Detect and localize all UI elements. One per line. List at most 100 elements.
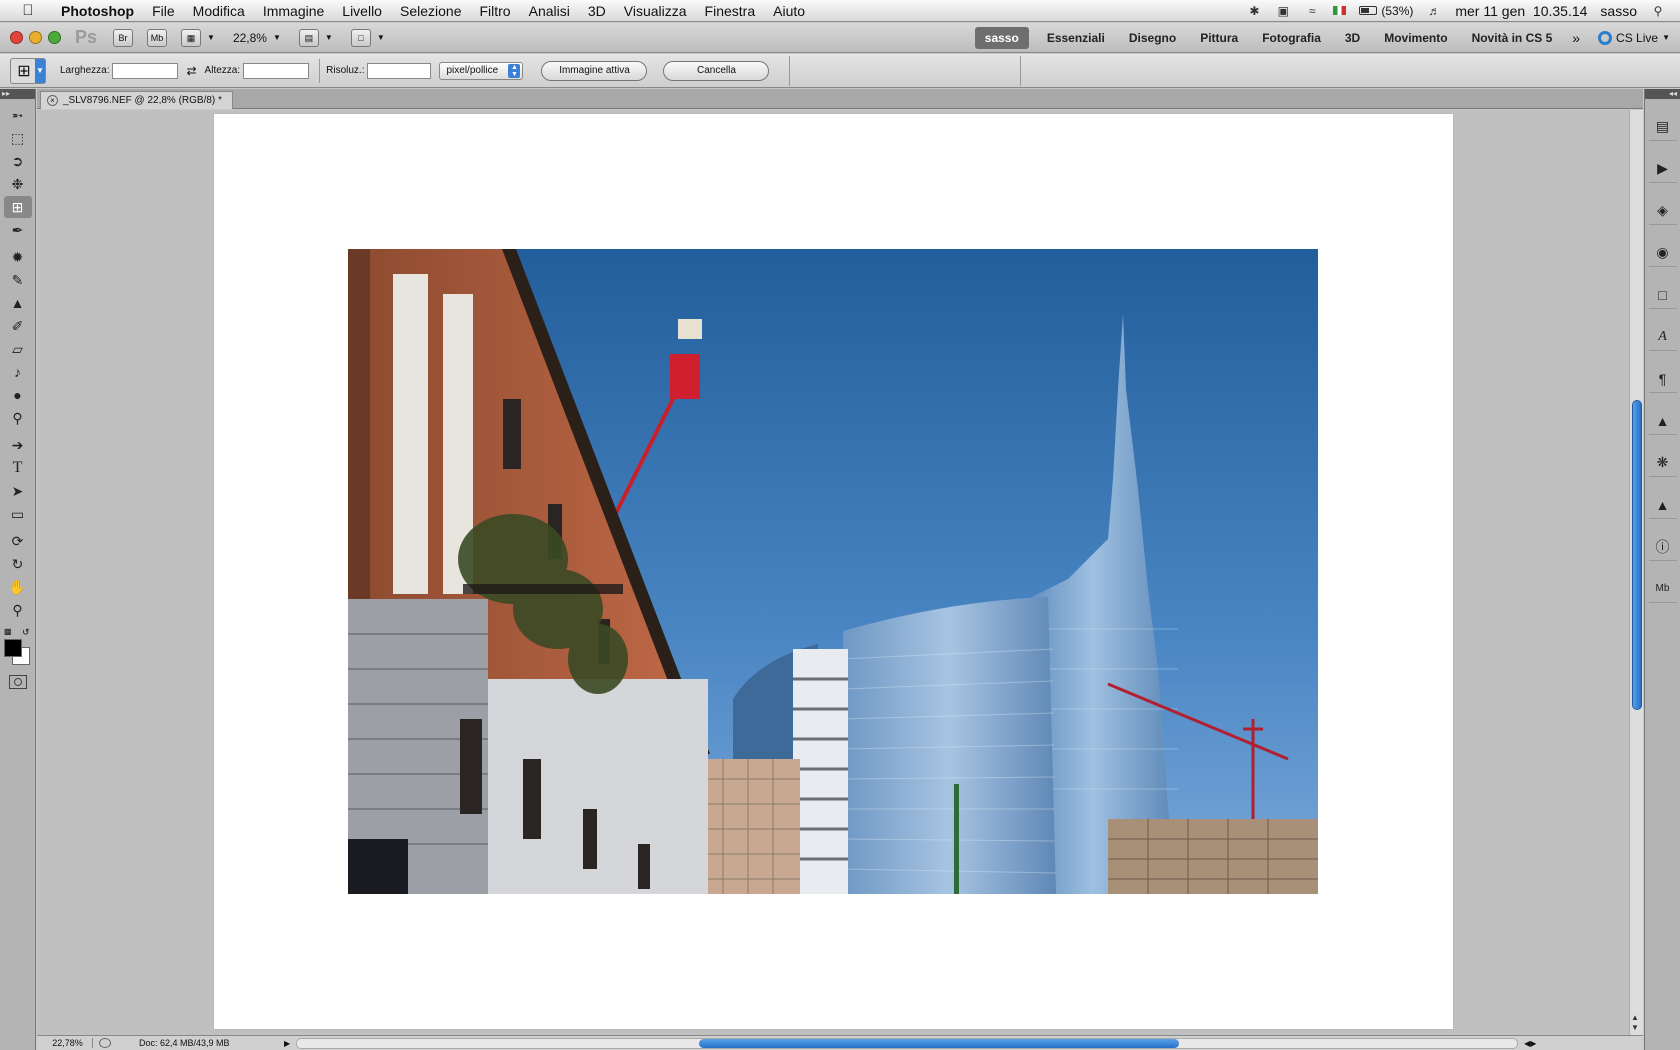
actions-panel-icon[interactable]: ▶: [1648, 155, 1677, 183]
bluetooth-icon[interactable]: ✱: [1246, 4, 1262, 18]
menu-3d[interactable]: 3D: [579, 0, 615, 22]
resolution-input[interactable]: [367, 62, 432, 79]
character-panel-icon[interactable]: A: [1648, 323, 1677, 351]
menu-finestra[interactable]: Finestra: [696, 0, 765, 22]
spotlight-search-icon[interactable]: ⚲: [1650, 4, 1666, 18]
zoom-level-dropdown[interactable]: 22,8% ▼: [233, 31, 281, 45]
document-tab[interactable]: × _SLV8796.NEF @ 22,8% (RGB/8) *: [40, 91, 233, 109]
launch-mini-bridge-button[interactable]: Mb: [147, 28, 168, 47]
collapse-panel-icon[interactable]: ▸▸: [0, 89, 35, 99]
width-input[interactable]: [112, 62, 179, 79]
navigator-panel-icon[interactable]: ▲: [1648, 491, 1677, 519]
hand-tool-icon[interactable]: ✋: [4, 576, 32, 598]
history-brush-tool-icon[interactable]: ✐: [4, 315, 32, 337]
type-tool-icon[interactable]: T: [4, 457, 32, 479]
menu-selezione[interactable]: Selezione: [391, 0, 471, 22]
menu-livello[interactable]: Livello: [333, 0, 391, 22]
clone-stamp-tool-icon[interactable]: ▲: [4, 292, 32, 314]
menu-visualizza[interactable]: Visualizza: [615, 0, 696, 22]
height-input[interactable]: [243, 62, 310, 79]
eraser-tool-icon[interactable]: ▱: [4, 338, 32, 360]
workspace-disegno[interactable]: Disegno: [1117, 23, 1188, 53]
volume-icon[interactable]: ♬: [1426, 4, 1442, 18]
canvas-page[interactable]: [214, 114, 1453, 1029]
move-tool-icon[interactable]: ➵: [4, 104, 32, 126]
rectangle-tool-icon[interactable]: ▭: [4, 503, 32, 525]
menu-analisi[interactable]: Analisi: [520, 0, 579, 22]
horizontal-scroll-arrows-icon[interactable]: ◀▶: [1524, 1039, 1536, 1048]
arrange-documents-dropdown[interactable]: ▤ ▼: [298, 28, 333, 47]
front-image-button[interactable]: Immagine attiva: [541, 60, 648, 81]
document-photo[interactable]: [348, 249, 1318, 894]
menu-photoshop[interactable]: Photoshop: [52, 0, 143, 22]
3d-orbit-tool-icon[interactable]: ↻: [4, 553, 32, 575]
menu-filtro[interactable]: Filtro: [470, 0, 519, 22]
horizontal-scroll-thumb[interactable]: [699, 1038, 1180, 1048]
zoom-tool-icon[interactable]: ⚲: [4, 599, 32, 621]
launch-bridge-button[interactable]: Br: [113, 28, 134, 47]
layers-panel-icon[interactable]: ◈: [1648, 197, 1677, 225]
menu-immagine[interactable]: Immagine: [254, 0, 333, 22]
3d-rotate-tool-icon[interactable]: ⟳: [4, 530, 32, 552]
workspace-essenziali[interactable]: Essenziali: [1035, 23, 1117, 53]
swap-colors-icon[interactable]: ↺: [22, 627, 30, 638]
workspace-pittura[interactable]: Pittura: [1188, 23, 1250, 53]
paragraph-panel-icon[interactable]: ¶: [1648, 365, 1677, 393]
brush-presets-panel-icon[interactable]: ❋: [1648, 449, 1677, 477]
dodge-tool-icon[interactable]: ⚲: [4, 407, 32, 429]
workspace-novita-cs5[interactable]: Novità in CS 5: [1460, 23, 1565, 53]
battery-icon[interactable]: (53%): [1359, 4, 1413, 18]
expand-panels-icon[interactable]: ◂◂: [1645, 89, 1680, 99]
crop-tool-icon[interactable]: ⊞: [3, 196, 32, 218]
quick-selection-tool-icon[interactable]: ❉: [4, 173, 32, 195]
view-extras-dropdown[interactable]: ▦ ▼: [181, 28, 215, 47]
minimize-window-button[interactable]: [29, 31, 42, 44]
vertical-scrollbar[interactable]: ▲ ▼: [1629, 110, 1643, 1035]
lasso-tool-icon[interactable]: ➲: [4, 150, 32, 172]
history-panel-icon[interactable]: ▤: [1648, 113, 1677, 141]
info-panel-icon[interactable]: ⓘ: [1648, 533, 1677, 561]
close-window-button[interactable]: [10, 31, 23, 44]
zoom-percentage-field[interactable]: 22,78%: [43, 1038, 93, 1048]
mini-bridge-panel-icon[interactable]: Mb: [1648, 575, 1677, 603]
document-canvas-area[interactable]: [37, 110, 1629, 1035]
pen-tool-icon[interactable]: ➔: [4, 434, 32, 456]
quick-mask-icon[interactable]: [8, 675, 27, 689]
clone-source-panel-icon[interactable]: ▲: [1648, 407, 1677, 435]
clear-button[interactable]: Cancella: [663, 60, 770, 81]
apple-menu-icon[interactable]: : [18, 2, 38, 19]
menu-file[interactable]: File: [143, 0, 184, 22]
blur-tool-icon[interactable]: ●: [4, 384, 32, 406]
user-name[interactable]: sasso: [1600, 3, 1637, 19]
cs-live-button[interactable]: CS Live ▼: [1588, 30, 1680, 45]
path-selection-tool-icon[interactable]: ➤: [4, 480, 32, 502]
workspace-3d[interactable]: 3D: [1333, 23, 1372, 53]
eyedropper-tool-icon[interactable]: ✒: [4, 219, 32, 241]
swap-dimensions-icon[interactable]: ⇄: [186, 64, 196, 78]
paint-bucket-tool-icon[interactable]: ♪: [4, 361, 32, 383]
resolution-unit-select[interactable]: pixel/pollice ▲ ▼: [439, 61, 524, 80]
default-colors-icon[interactable]: ▩: [4, 627, 12, 636]
marquee-tool-icon[interactable]: ⬚: [4, 127, 32, 149]
display-icon[interactable]: ▣: [1275, 4, 1291, 18]
brush-tool-icon[interactable]: ✎: [4, 269, 32, 291]
tool-preset-picker[interactable]: ⊞ ▼: [10, 57, 46, 84]
paths-panel-icon[interactable]: □: [1648, 281, 1677, 309]
proof-settings-icon[interactable]: [99, 1038, 111, 1048]
workspace-sasso[interactable]: sasso: [974, 26, 1029, 49]
workspace-fotografia[interactable]: Fotografia: [1250, 23, 1333, 53]
input-flag-icon[interactable]: [1333, 6, 1347, 15]
zoom-window-button[interactable]: [48, 31, 61, 44]
foreground-color-swatch[interactable]: [4, 639, 22, 657]
clock[interactable]: mer 11 gen 10.35.14: [1455, 3, 1587, 19]
close-tab-icon[interactable]: ×: [47, 95, 58, 106]
vertical-scroll-thumb[interactable]: [1632, 400, 1642, 710]
scroll-arrows-icon[interactable]: ▲ ▼: [1631, 1013, 1639, 1033]
wifi-icon[interactable]: ≈: [1304, 4, 1320, 18]
menu-modifica[interactable]: Modifica: [184, 0, 254, 22]
status-menu-arrow-icon[interactable]: ▶: [284, 1039, 290, 1048]
channels-panel-icon[interactable]: ◉: [1648, 239, 1677, 267]
workspace-movimento[interactable]: Movimento: [1372, 23, 1459, 53]
screen-mode-dropdown[interactable]: □ ▼: [350, 28, 385, 47]
menu-aiuto[interactable]: Aiuto: [764, 0, 814, 22]
